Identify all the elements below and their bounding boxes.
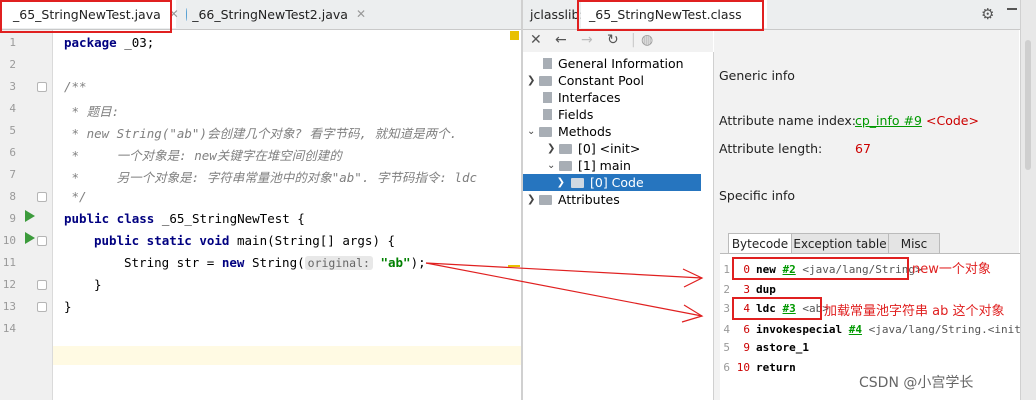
- watermark: CSDN @小宫学长: [859, 375, 974, 391]
- arrow-to-ldc: [425, 262, 704, 323]
- annotation-arrows: [425, 262, 704, 323]
- arrow-to-new: [425, 262, 704, 288]
